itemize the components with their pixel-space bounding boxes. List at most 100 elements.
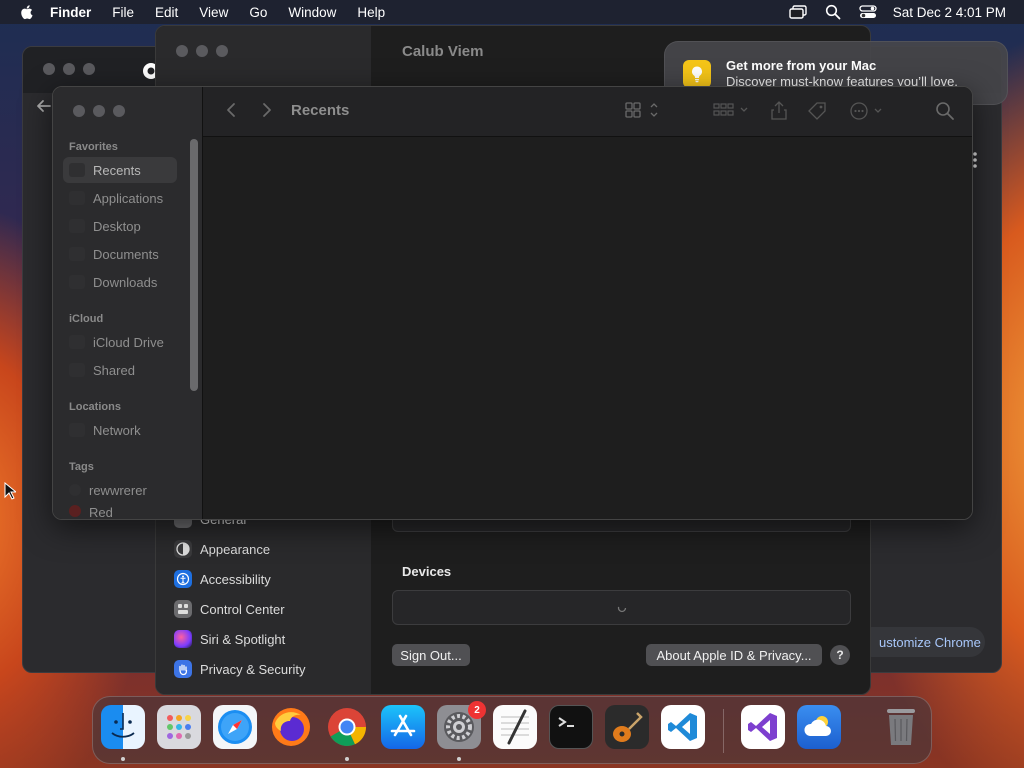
- menu-bar: Finder File Edit View Go Window Help Sat…: [0, 0, 1024, 24]
- sidebar-item-icloud-drive[interactable]: iCloud Drive: [63, 329, 177, 355]
- minimize-button[interactable]: [63, 63, 75, 75]
- screen-mirroring-icon[interactable]: [788, 5, 807, 19]
- visual-studio-icon: [748, 713, 777, 741]
- sidebar-item-label: Network: [93, 422, 141, 438]
- close-button[interactable]: [73, 105, 85, 117]
- accessibility-icon: [174, 570, 192, 588]
- menu-window[interactable]: Window: [288, 5, 336, 20]
- shared-folder-icon: [69, 363, 85, 377]
- customize-chrome-button[interactable]: ustomize Chrome: [857, 627, 985, 657]
- back-arrow-icon[interactable]: [35, 97, 53, 115]
- menu-go[interactable]: Go: [249, 5, 267, 20]
- control-center-icon: [174, 600, 192, 618]
- sidebar-item-applications[interactable]: Applications: [63, 185, 177, 211]
- dock-visual-studio-code[interactable]: [661, 705, 705, 749]
- hand-icon: [174, 660, 192, 678]
- finder-toolbar: Recents: [203, 87, 972, 137]
- sidebar-item-label: Applications: [93, 190, 164, 206]
- guitar-icon: [613, 712, 643, 742]
- sidebar-item-network[interactable]: Network: [63, 417, 177, 443]
- devices-list: [392, 590, 851, 625]
- trash-icon: [887, 709, 915, 745]
- finder-content-area[interactable]: [203, 137, 972, 519]
- share-icon[interactable]: [769, 101, 789, 121]
- menu-clock[interactable]: Sat Dec 2 4:01 PM: [893, 5, 1006, 20]
- sidebar-item-accessibility[interactable]: Accessibility: [174, 567, 271, 591]
- spotlight-search-icon[interactable]: [825, 4, 841, 20]
- forward-chevron-icon[interactable]: [261, 101, 273, 119]
- sidebar-item-appearance[interactable]: Appearance: [174, 537, 270, 561]
- sidebar-item-privacy-security[interactable]: Privacy & Security: [174, 657, 305, 681]
- sidebar-item-recents[interactable]: Recents: [63, 157, 177, 183]
- zoom-button[interactable]: [113, 105, 125, 117]
- tag-icon[interactable]: [807, 101, 829, 121]
- sidebar-item-label: Accessibility: [200, 571, 271, 587]
- sidebar-section-favorites: Favorites: [69, 141, 118, 153]
- apple-logo-icon[interactable]: [17, 2, 37, 22]
- group-by-icon[interactable]: [713, 101, 751, 119]
- minimize-button[interactable]: [93, 105, 105, 117]
- status-area: Sat Dec 2 4:01 PM: [771, 0, 1006, 24]
- about-apple-id-button[interactable]: About Apple ID & Privacy...: [646, 644, 822, 666]
- dock-trash[interactable]: [879, 705, 923, 749]
- sidebar-item-control-center[interactable]: Control Center: [174, 597, 285, 621]
- zoom-button[interactable]: [83, 63, 95, 75]
- sidebar-item-label: Recents: [93, 162, 141, 178]
- menu-view[interactable]: View: [199, 5, 228, 20]
- sidebar-item-label: Siri & Spotlight: [200, 631, 286, 647]
- running-indicator: [457, 757, 461, 761]
- chrome-icon: [328, 708, 366, 746]
- settings-window-controls: [176, 45, 236, 57]
- clock-icon: [69, 163, 85, 177]
- notification-title: Get more from your Mac: [726, 58, 877, 73]
- finder-window-controls: [73, 105, 133, 117]
- zoom-button[interactable]: [216, 45, 228, 57]
- minimize-button[interactable]: [196, 45, 208, 57]
- mouse-pointer-icon: [4, 482, 16, 500]
- pen-paper-icon: [501, 709, 529, 745]
- sidebar-item-label: rewwrerer: [89, 482, 147, 498]
- sidebar-item-label: iCloud Drive: [93, 334, 164, 350]
- dock-terminal[interactable]: [549, 705, 593, 749]
- dock-launchpad[interactable]: [157, 705, 201, 749]
- running-indicator: [345, 757, 349, 761]
- sidebar-item-label: Privacy & Security: [200, 661, 306, 677]
- sidebar-item-documents[interactable]: Documents: [63, 241, 177, 267]
- sign-out-button[interactable]: Sign Out...: [392, 644, 470, 666]
- menu-file[interactable]: File: [112, 5, 134, 20]
- sidebar-section-locations: Locations: [69, 401, 121, 413]
- sidebar-item-desktop[interactable]: Desktop: [63, 213, 177, 239]
- dock-firefox[interactable]: [269, 705, 313, 749]
- control-center-icon[interactable]: [859, 5, 877, 19]
- dock-safari[interactable]: [213, 705, 257, 749]
- dock-weather[interactable]: [797, 705, 841, 749]
- sidebar-scrollbar[interactable]: [190, 139, 198, 391]
- sidebar-item-tag-rewwrerer[interactable]: rewwrerer: [63, 477, 177, 503]
- sidebar-item-siri-spotlight[interactable]: Siri & Spotlight: [174, 627, 285, 651]
- close-button[interactable]: [43, 63, 55, 75]
- dock-visual-studio[interactable]: [741, 705, 785, 749]
- dock-finder[interactable]: [101, 705, 145, 749]
- sidebar-item-label: Documents: [93, 246, 159, 262]
- menu-app-name[interactable]: Finder: [50, 5, 91, 20]
- search-icon[interactable]: [935, 101, 955, 121]
- back-chevron-icon[interactable]: [225, 101, 237, 119]
- dock-app-store[interactable]: [381, 705, 425, 749]
- close-button[interactable]: [176, 45, 188, 57]
- view-grid-icon[interactable]: [625, 101, 661, 119]
- dock-textedit[interactable]: [493, 705, 537, 749]
- dock-google-chrome[interactable]: [325, 705, 369, 749]
- sidebar-item-tag-red[interactable]: Red: [63, 505, 177, 519]
- more-actions-icon[interactable]: [849, 101, 887, 121]
- dock-garageband[interactable]: [605, 705, 649, 749]
- sidebar-section-icloud: iCloud: [69, 313, 104, 325]
- menu-edit[interactable]: Edit: [155, 5, 178, 20]
- vscode-icon: [668, 713, 697, 741]
- help-button[interactable]: ?: [830, 645, 850, 665]
- sidebar-item-downloads[interactable]: Downloads: [63, 269, 177, 295]
- menu-help[interactable]: Help: [357, 5, 385, 20]
- weather-cloud-icon: [804, 716, 831, 736]
- tag-dot-icon: [69, 484, 81, 496]
- sidebar-item-label: Red: [89, 505, 113, 519]
- sidebar-item-shared[interactable]: Shared: [63, 357, 177, 383]
